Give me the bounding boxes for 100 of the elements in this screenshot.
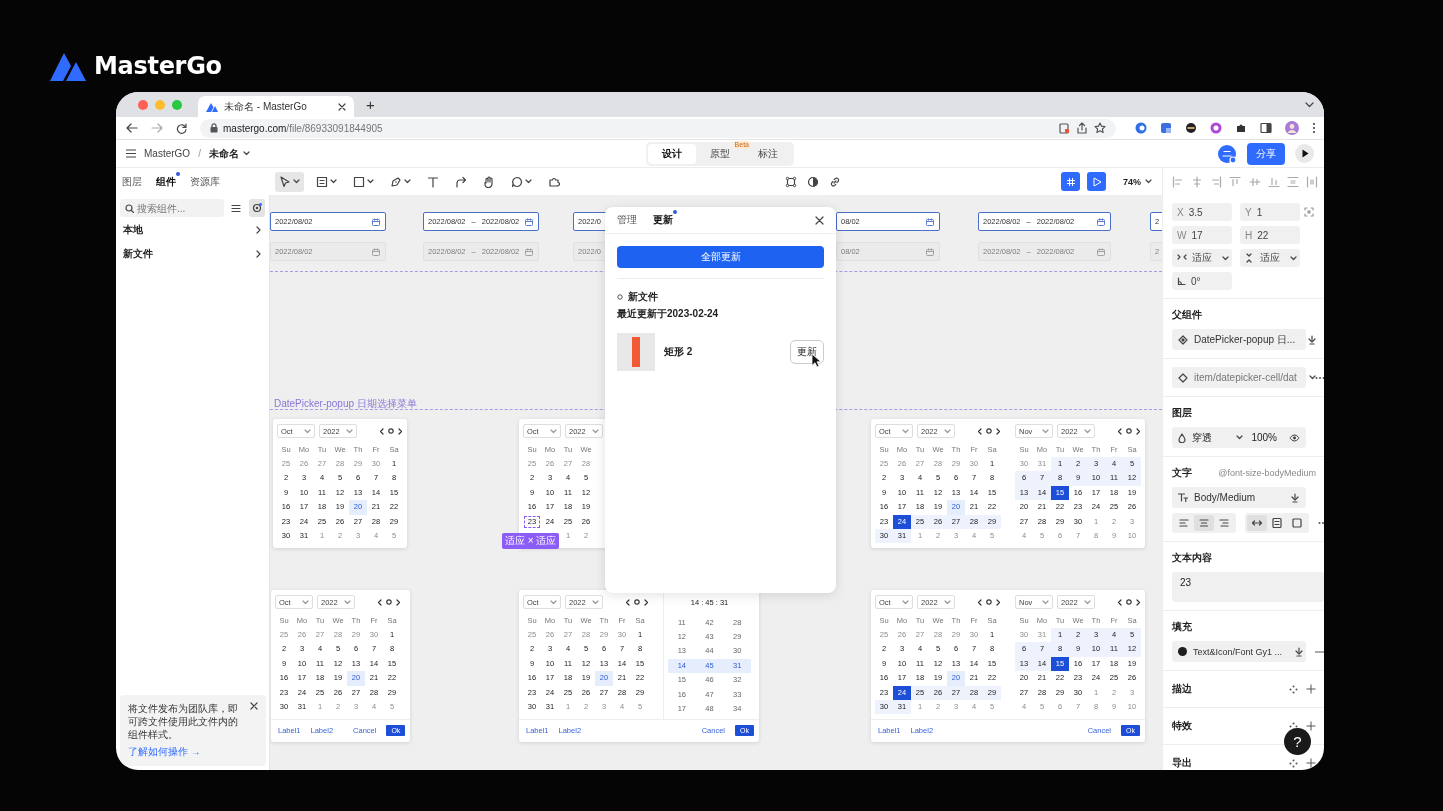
next-icon[interactable] (644, 598, 649, 606)
help-button[interactable]: ? (1284, 728, 1311, 755)
caret-icon[interactable] (1305, 101, 1314, 108)
back-icon[interactable] (126, 123, 138, 133)
panel-tab[interactable]: 图层 (122, 174, 142, 189)
help-link[interactable]: 了解如何操作 → (128, 745, 201, 759)
connector-icon (455, 175, 467, 188)
fill-style-field[interactable]: Text&Icon/Font Gy1 ... (1172, 641, 1306, 662)
clipboard-icon[interactable] (1059, 122, 1070, 134)
more-icon[interactable] (1312, 122, 1316, 134)
popup-tab[interactable]: 更新 (653, 213, 673, 227)
caret-icon (1308, 375, 1316, 380)
prev-icon[interactable] (1117, 598, 1122, 606)
next-icon[interactable] (996, 427, 1001, 435)
search-field[interactable]: 搜索组件... (120, 199, 224, 217)
instance-icon (1178, 372, 1188, 383)
component-icon[interactable] (784, 175, 797, 188)
reload-icon[interactable] (176, 122, 187, 134)
browser-tab[interactable]: 未命名 - MasterGo (198, 96, 354, 117)
prototype-button[interactable] (1087, 172, 1106, 191)
next-icon[interactable] (996, 598, 1001, 606)
contrast-icon[interactable] (806, 175, 819, 188)
today-icon[interactable] (386, 599, 392, 605)
library-icon (251, 203, 262, 213)
prev-icon[interactable] (625, 598, 630, 606)
prev-icon[interactable] (377, 598, 382, 606)
team-name[interactable]: MasterGO (144, 148, 191, 159)
today-icon[interactable] (986, 428, 992, 434)
popup-tab[interactable]: 管理 (617, 213, 637, 227)
today-icon[interactable] (634, 599, 640, 605)
rotation-field[interactable]: 0° (1172, 272, 1232, 290)
text-icon (427, 175, 439, 188)
puzzle-icon[interactable] (1235, 122, 1247, 134)
address-bar[interactable]: mastergo.com/file/86933091844905 (200, 118, 1116, 138)
number-field[interactable]: H 22 (1240, 226, 1300, 244)
share-button[interactable]: 分享 (1247, 142, 1285, 165)
style-icon[interactable] (1289, 684, 1298, 694)
number-field[interactable]: Y 1 (1240, 203, 1300, 221)
add-icon[interactable] (1306, 758, 1316, 768)
fit-icon[interactable] (1304, 207, 1314, 217)
extension-icon[interactable] (1185, 122, 1197, 134)
panel-tab[interactable]: 组件 (156, 174, 176, 189)
today-icon[interactable] (388, 428, 394, 434)
today-icon[interactable] (1126, 599, 1132, 605)
style-icon[interactable] (1289, 758, 1298, 768)
section-title: 文本内容 (1172, 551, 1212, 565)
text-content-field[interactable]: 23 (1172, 572, 1324, 602)
style-token: @font-size-bodyMedium (1218, 468, 1316, 478)
library-name: 新文件 (628, 290, 658, 304)
prev-icon[interactable] (977, 427, 982, 435)
new-tab-button[interactable]: + (362, 96, 379, 113)
zoom-dropdown[interactable]: 74% (1123, 176, 1152, 187)
eye-icon[interactable] (1289, 433, 1300, 442)
prev-icon[interactable] (379, 427, 384, 435)
section-title: 填充 (1172, 620, 1192, 634)
close-icon[interactable] (338, 102, 346, 111)
update-all-button[interactable]: 全部更新 (617, 246, 824, 268)
menu-icon[interactable] (126, 149, 136, 158)
close-icon[interactable] (815, 215, 824, 225)
next-icon[interactable] (398, 427, 403, 435)
star-icon[interactable] (1094, 122, 1106, 134)
resize-icon (1291, 517, 1303, 529)
caret-icon (1084, 599, 1091, 605)
library-section[interactable]: 新文件 (120, 243, 269, 265)
today-icon[interactable] (986, 599, 992, 605)
close-icon[interactable] (250, 702, 258, 710)
next-icon[interactable] (396, 598, 401, 606)
angle-icon (1177, 276, 1186, 286)
sizing-dropdown[interactable]: 适应 (1240, 249, 1300, 267)
next-icon[interactable] (1136, 427, 1141, 435)
link-icon[interactable] (828, 175, 841, 188)
blend-dropdown[interactable]: 穿透 (1178, 430, 1244, 445)
next-icon[interactable] (1136, 598, 1141, 606)
play-icon[interactable] (1295, 144, 1314, 163)
prev-icon[interactable] (1117, 427, 1122, 435)
caret-icon (592, 599, 599, 605)
frame-icon (316, 175, 328, 188)
share-icon[interactable] (1077, 122, 1087, 134)
library-button[interactable] (248, 199, 265, 217)
today-icon[interactable] (1126, 428, 1132, 434)
file-name[interactable]: 未命名 (208, 146, 239, 161)
library-section[interactable]: 本地 (120, 219, 269, 241)
text-resize-button[interactable] (1247, 515, 1267, 531)
layout-grid-button[interactable] (1061, 172, 1080, 191)
prev-icon[interactable] (977, 598, 982, 606)
update-button[interactable]: 更新 (790, 340, 824, 364)
sidebar-icon[interactable] (1260, 122, 1272, 134)
sizing-dropdown[interactable]: 适应 (1172, 249, 1232, 267)
mode-tab[interactable]: 设计 (648, 143, 696, 164)
component-icon (1178, 334, 1188, 345)
panel-tab[interactable]: 资源库 (190, 174, 220, 189)
avatar-icon[interactable] (1285, 121, 1299, 135)
number-field[interactable]: X 3.5 (1172, 203, 1232, 221)
number-field[interactable]: W 17 (1172, 226, 1232, 244)
caret-icon (346, 428, 353, 434)
more-icon[interactable] (1315, 375, 1324, 380)
move-tool[interactable] (275, 171, 304, 192)
avatar-icon[interactable] (1217, 143, 1237, 164)
opacity-field[interactable]: 100% (1251, 432, 1277, 443)
text-style-field[interactable]: Body/Medium (1172, 487, 1306, 508)
